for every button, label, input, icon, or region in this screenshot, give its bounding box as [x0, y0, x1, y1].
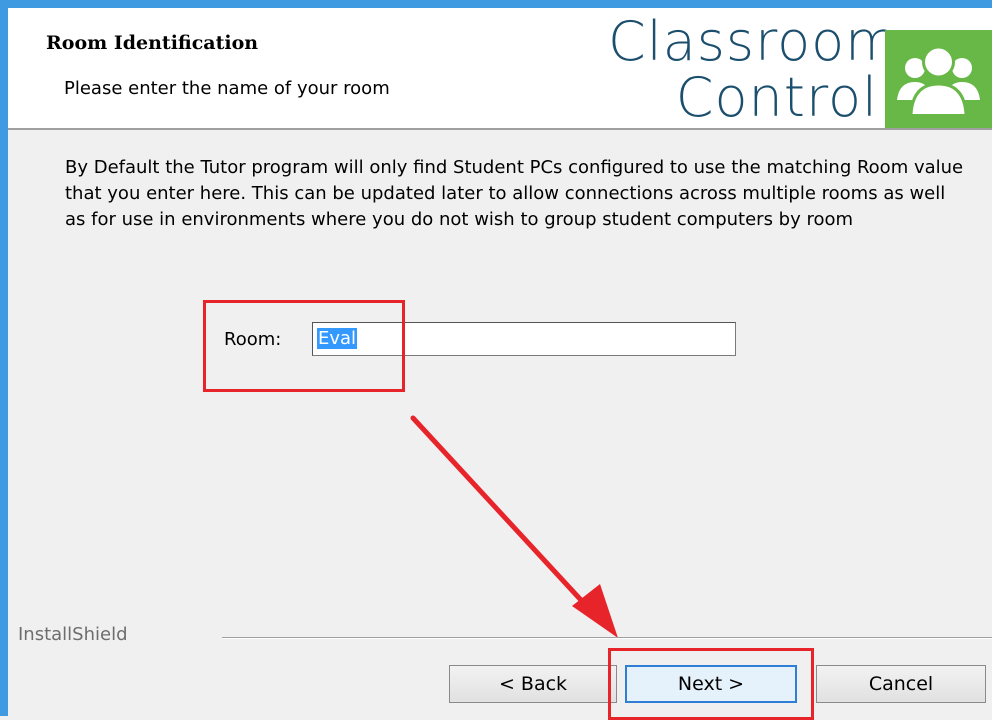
- cancel-button[interactable]: Cancel: [816, 665, 986, 703]
- back-button[interactable]: < Back: [449, 665, 617, 703]
- annotation-highlight-next: [608, 648, 814, 720]
- footer-divider: [222, 637, 992, 639]
- annotation-arrow: [410, 415, 618, 638]
- installshield-brand: InstallShield: [18, 624, 128, 645]
